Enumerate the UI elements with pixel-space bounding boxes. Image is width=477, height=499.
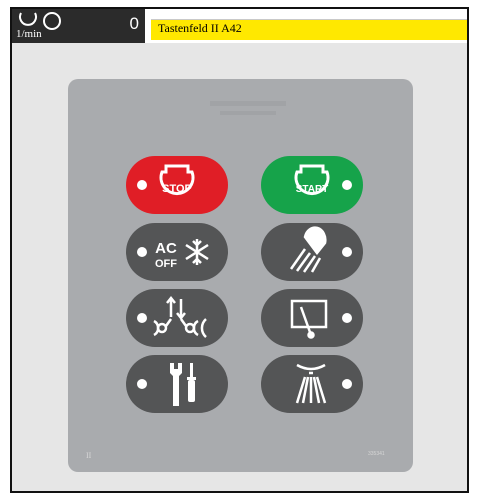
rpm-unit: 1/min (16, 28, 42, 40)
panel-emboss-mark (210, 101, 286, 115)
beacon-button[interactable] (126, 289, 228, 347)
panel-part-number: 335341 (368, 451, 385, 457)
keypad-panel: STOP START AC OFF II 335341 (68, 79, 413, 472)
washer-button[interactable] (261, 355, 363, 413)
panel-version-mark: II (86, 451, 92, 460)
keypad-window: 1/min 0 Tastenfeld II A42 STOP START AC … (10, 7, 469, 493)
stop-button[interactable]: STOP (126, 156, 228, 214)
ac-off-button[interactable]: AC OFF (126, 223, 228, 281)
start-button[interactable]: START (261, 156, 363, 214)
rpm-value: 0 (129, 14, 139, 33)
rpm-display: 1/min 0 (12, 9, 145, 43)
panel-title: Tastenfeld II A42 (158, 21, 242, 35)
ac-label: AC (155, 240, 177, 257)
service-button[interactable] (126, 355, 228, 413)
header-bar: 1/min 0 Tastenfeld II A42 (12, 9, 467, 43)
start-label: START (296, 184, 329, 195)
wiper-button[interactable] (261, 289, 363, 347)
ac-off-label: OFF (155, 258, 177, 270)
work-light-button[interactable] (261, 223, 363, 281)
stop-label: STOP (162, 183, 192, 195)
